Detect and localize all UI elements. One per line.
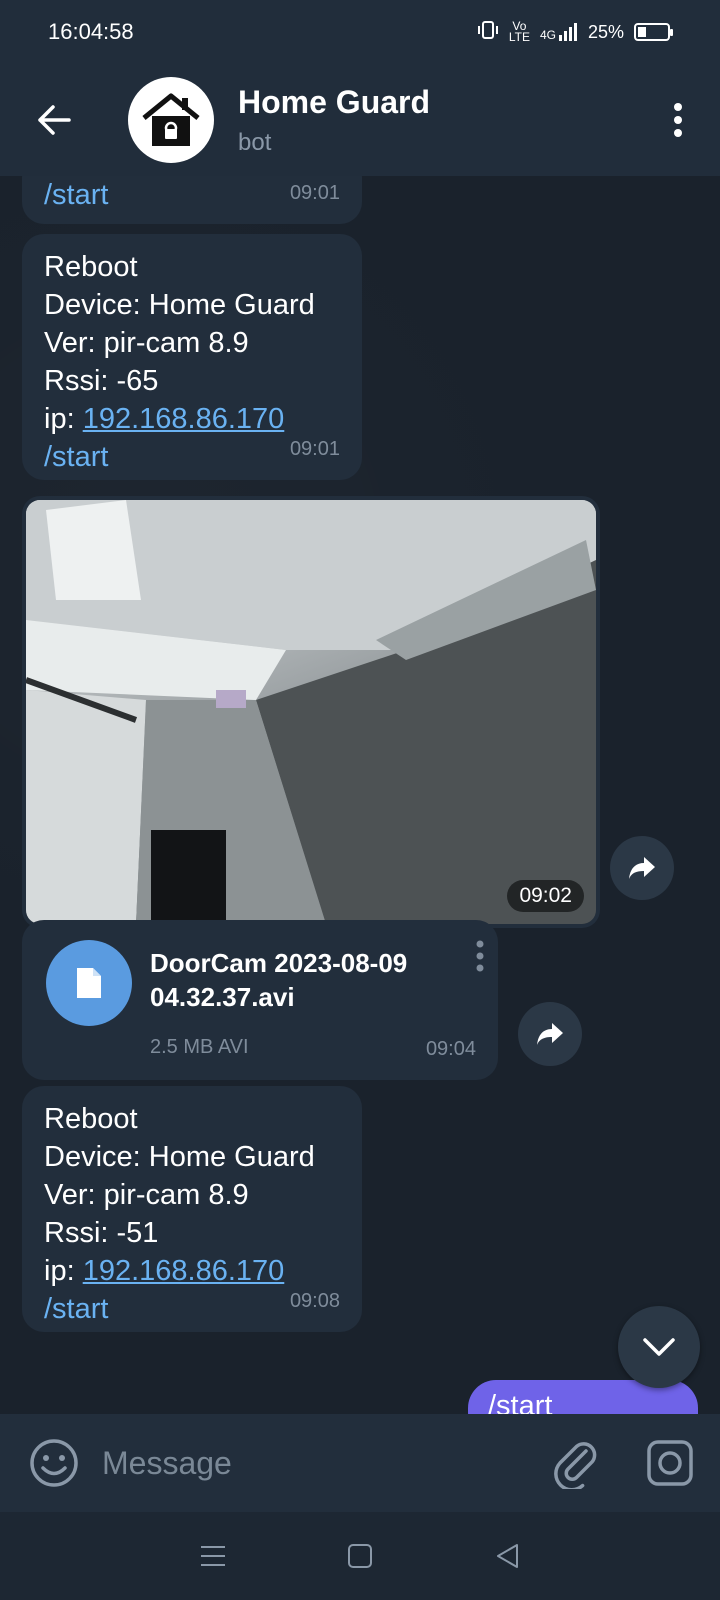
ip-link[interactable]: 192.168.86.170 [83,1255,285,1287]
file-icon[interactable] [46,940,132,1026]
status-time: 16:04:58 [48,19,134,44]
message-time: 09:04 [425,1038,476,1060]
camera-photo[interactable]: 09:02 [26,500,596,924]
ip-link[interactable]: 192.168.86.170 [83,403,285,435]
photo-time: 09:02 [507,880,584,912]
message-bubble[interactable]: /start 09:01 [22,176,362,224]
share-arrow-icon [629,857,655,879]
rssi-text: Rssi: -51 [44,1217,159,1249]
rssi-text: Rssi: -65 [44,365,159,397]
message-bubble[interactable]: Reboot Device: Home Guard Ver: pir-cam 8… [22,1086,362,1332]
ip-label: ip: [44,403,83,435]
chevron-down-icon [643,1338,675,1356]
back-triangle-icon[interactable] [487,1536,527,1576]
reboot-text: Reboot [44,251,138,283]
camera-icon[interactable] [644,1437,696,1489]
outgoing-text: /start [488,1390,553,1414]
share-button[interactable] [610,836,674,900]
chat-subtitle: bot [238,128,272,156]
status-icons: Vo LTE 4G 25% [477,19,673,46]
photo-scene [26,500,596,924]
back-arrow-icon[interactable] [24,90,84,150]
chat-header: Home Guard bot [0,64,720,176]
chat-area[interactable]: /start 09:01 Reboot Device: Home Guard V… [0,176,720,1414]
reboot-text: Reboot [44,1103,138,1135]
signal-icon: 4G [540,22,578,42]
share-arrow-icon [537,1023,563,1045]
file-menu-icon[interactable] [476,940,484,982]
status-bar: 16:04:58 Vo LTE 4G 25% [0,0,720,64]
message-time: 09:08 [289,1290,340,1312]
file-size: 2.5 MB AVI [150,1036,249,1058]
share-button[interactable] [518,1002,582,1066]
device-text: Device: Home Guard [44,289,315,321]
attach-icon[interactable] [550,1437,602,1492]
scroll-down-button[interactable] [618,1306,700,1388]
network-type: 4G [539,28,556,42]
chat-title-block[interactable]: Home Guard bot [238,84,658,157]
message-bubble[interactable]: Reboot Device: Home Guard Ver: pir-cam 8… [22,234,362,480]
ip-label: ip: [44,1255,83,1287]
battery-percent: 25% [587,21,624,42]
message-time: 09:01 [289,182,340,204]
emoji-icon[interactable] [28,1437,80,1489]
bot-avatar[interactable] [128,77,214,163]
message-time: 09:01 [289,438,340,460]
file-message[interactable]: DoorCam 2023-08-09 04.32.37.avi 2.5 MB A… [22,920,498,1080]
version-text: Ver: pir-cam 8.9 [44,1179,249,1211]
volte-icon: Vo LTE [508,19,530,44]
recents-menu-icon[interactable] [193,1536,233,1576]
home-square-icon[interactable] [340,1536,380,1576]
message-input-bar: Message [0,1414,720,1512]
battery-icon [634,23,673,41]
more-options-icon[interactable] [658,90,698,150]
message-input[interactable]: Message [102,1445,550,1482]
house-lock-icon [142,93,200,146]
photo-message[interactable]: 09:02 [22,496,600,928]
vibrate-icon [477,19,499,46]
start-command-link[interactable]: /start [44,179,108,211]
chat-title: Home Guard [238,83,431,120]
device-text: Device: Home Guard [44,1141,315,1173]
system-nav-bar [0,1512,720,1600]
file-name: DoorCam 2023-08-09 04.32.37.avi [150,948,408,1012]
version-text: Ver: pir-cam 8.9 [44,327,249,359]
